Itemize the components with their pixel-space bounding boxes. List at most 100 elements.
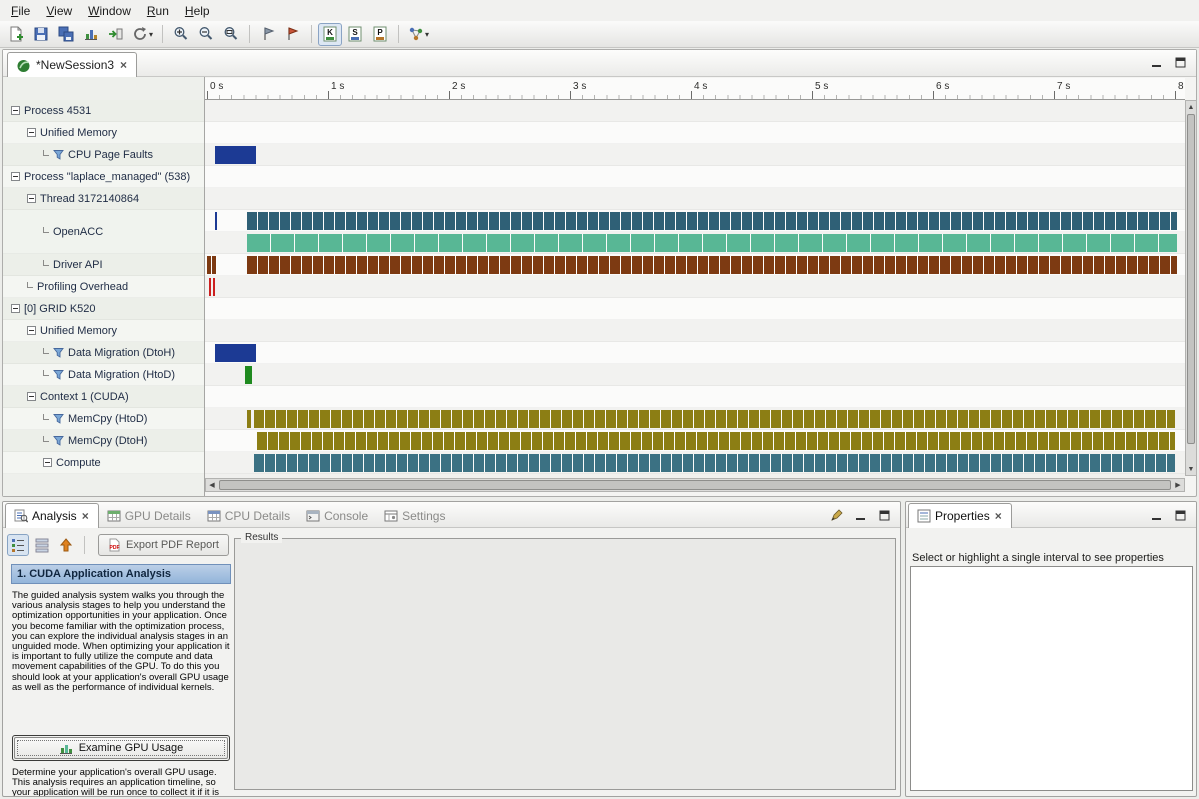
export-pdf-button[interactable]: PDF Export PDF Report xyxy=(98,534,229,556)
maximize-icon[interactable] xyxy=(1173,509,1188,522)
minimize-icon[interactable] xyxy=(853,509,868,522)
timeline-lane[interactable] xyxy=(205,364,1185,386)
tree-row[interactable]: Data Migration (DtoH) xyxy=(3,342,205,364)
analysis-menu-button[interactable]: ▾ xyxy=(405,23,432,46)
menu-item-run[interactable]: Run xyxy=(139,1,177,21)
collapse-icon[interactable] xyxy=(11,304,20,313)
timeline-lane[interactable] xyxy=(205,408,1185,430)
timeline-lane[interactable] xyxy=(205,320,1185,342)
tree-row[interactable]: Profiling Overhead xyxy=(3,276,205,298)
session-tab[interactable]: *NewSession3 × xyxy=(7,52,137,77)
menu-item-file[interactable]: File xyxy=(3,1,38,21)
tree-row[interactable]: Compute xyxy=(3,452,205,474)
menu-item-help[interactable]: Help xyxy=(177,1,218,21)
stream-mode-button[interactable]: S xyxy=(343,23,367,46)
horizontal-scrollbar[interactable]: ◀ ▶ xyxy=(205,478,1185,492)
vertical-scrollbar-thumb[interactable] xyxy=(1187,114,1195,444)
timeline-lane[interactable] xyxy=(205,166,1185,188)
filter-icon[interactable] xyxy=(53,435,64,446)
filter-icon[interactable] xyxy=(53,413,64,424)
close-icon[interactable]: × xyxy=(994,509,1003,523)
timeline-lane[interactable] xyxy=(205,122,1185,144)
collapse-icon[interactable] xyxy=(27,392,36,401)
timeline-interval[interactable] xyxy=(247,212,1177,230)
tree-row[interactable]: Data Migration (HtoD) xyxy=(3,364,205,386)
timeline-interval[interactable] xyxy=(247,410,251,428)
examine-gpu-usage-button[interactable]: Examine GPU Usage xyxy=(14,737,228,759)
timeline-lane[interactable] xyxy=(205,232,1185,254)
close-icon[interactable]: × xyxy=(119,58,128,72)
kernel-mode-button[interactable]: K xyxy=(318,23,342,46)
save-all-button[interactable] xyxy=(54,23,78,46)
tree-row[interactable]: Unified Memory xyxy=(3,122,205,144)
view-menu-pencil-icon[interactable] xyxy=(829,509,844,522)
time-ruler[interactable]: 0 s1 s2 s3 s4 s5 s6 s7 s8 xyxy=(205,78,1185,100)
tree-row[interactable]: Context 1 (CUDA) xyxy=(3,386,205,408)
timeline-lane[interactable] xyxy=(205,210,1185,232)
tree-row[interactable]: CPU Page Faults xyxy=(3,144,205,166)
timeline-interval[interactable] xyxy=(215,212,217,230)
guided-analysis-toggle[interactable] xyxy=(7,534,29,556)
timeline-interval[interactable] xyxy=(215,344,256,362)
unguided-analysis-toggle[interactable] xyxy=(31,534,53,556)
timeline-interval[interactable] xyxy=(215,146,256,164)
filter-icon[interactable] xyxy=(53,369,64,380)
tree-row[interactable]: Process 4531 xyxy=(3,100,205,122)
timeline-lane[interactable] xyxy=(205,298,1185,320)
tree-row[interactable]: Driver API xyxy=(3,254,205,276)
profile-application-button[interactable] xyxy=(79,23,103,46)
timeline-lane[interactable] xyxy=(205,452,1185,474)
tab-analysis[interactable]: Analysis× xyxy=(5,503,99,528)
tab-properties[interactable]: Properties × xyxy=(908,503,1012,528)
timeline-interval[interactable] xyxy=(247,234,1177,252)
timeline-interval[interactable] xyxy=(245,366,252,384)
scroll-right-icon[interactable]: ▶ xyxy=(1172,479,1184,491)
timeline-interval[interactable] xyxy=(207,256,217,274)
timeline-interval[interactable] xyxy=(213,278,215,296)
timeline-lane[interactable] xyxy=(205,254,1185,276)
tree-row[interactable]: [0] GRID K520 xyxy=(3,298,205,320)
timeline-lane[interactable] xyxy=(205,100,1185,122)
collapse-icon[interactable] xyxy=(43,458,52,467)
timeline-interval[interactable] xyxy=(209,278,211,296)
timeline-lane[interactable] xyxy=(205,188,1185,210)
tree-row[interactable]: MemCpy (DtoH) xyxy=(3,430,205,452)
timeline-interval[interactable] xyxy=(254,410,1175,428)
timeline-lane[interactable] xyxy=(205,430,1185,452)
timeline-interval[interactable] xyxy=(257,432,1175,450)
process-mode-button[interactable]: P xyxy=(368,23,392,46)
import-button[interactable] xyxy=(104,23,128,46)
tree-row[interactable]: OpenACC xyxy=(3,210,205,254)
minimize-icon[interactable] xyxy=(1149,509,1164,522)
scroll-up-icon[interactable]: ▲ xyxy=(1186,101,1196,113)
maximize-icon[interactable] xyxy=(1173,56,1188,69)
timeline-lane[interactable] xyxy=(205,342,1185,364)
timeline-interval[interactable] xyxy=(247,256,1177,274)
scroll-down-icon[interactable]: ▼ xyxy=(1186,463,1196,475)
filter-icon[interactable] xyxy=(53,347,64,358)
collapse-icon[interactable] xyxy=(27,194,36,203)
tab-settings[interactable]: Settings xyxy=(376,503,453,528)
tree-row[interactable]: Thread 3172140864 xyxy=(3,188,205,210)
zoom-out-button[interactable] xyxy=(194,23,218,46)
save-button[interactable] xyxy=(29,23,53,46)
collapse-icon[interactable] xyxy=(27,128,36,137)
zoom-fit-button[interactable] xyxy=(219,23,243,46)
prev-marker-button[interactable] xyxy=(256,23,280,46)
tab-console[interactable]: Console xyxy=(298,503,376,528)
next-marker-button[interactable] xyxy=(281,23,305,46)
promote-up-icon[interactable] xyxy=(55,534,77,556)
timeline-lane[interactable] xyxy=(205,386,1185,408)
run-menu-button[interactable]: ▾ xyxy=(129,23,156,46)
tree-row[interactable]: Unified Memory xyxy=(3,320,205,342)
minimize-icon[interactable] xyxy=(1149,56,1164,69)
timeline-lane[interactable] xyxy=(205,144,1185,166)
vertical-scrollbar[interactable]: ▲ ▼ xyxy=(1185,100,1197,476)
collapse-icon[interactable] xyxy=(11,172,20,181)
tab-cpu-details[interactable]: CPU Details xyxy=(199,503,298,528)
maximize-icon[interactable] xyxy=(877,509,892,522)
tree-row[interactable]: Process "laplace_managed" (538) xyxy=(3,166,205,188)
collapse-icon[interactable] xyxy=(11,106,20,115)
filter-icon[interactable] xyxy=(53,149,64,160)
analysis-stage-heading[interactable]: 1. CUDA Application Analysis xyxy=(11,564,231,584)
